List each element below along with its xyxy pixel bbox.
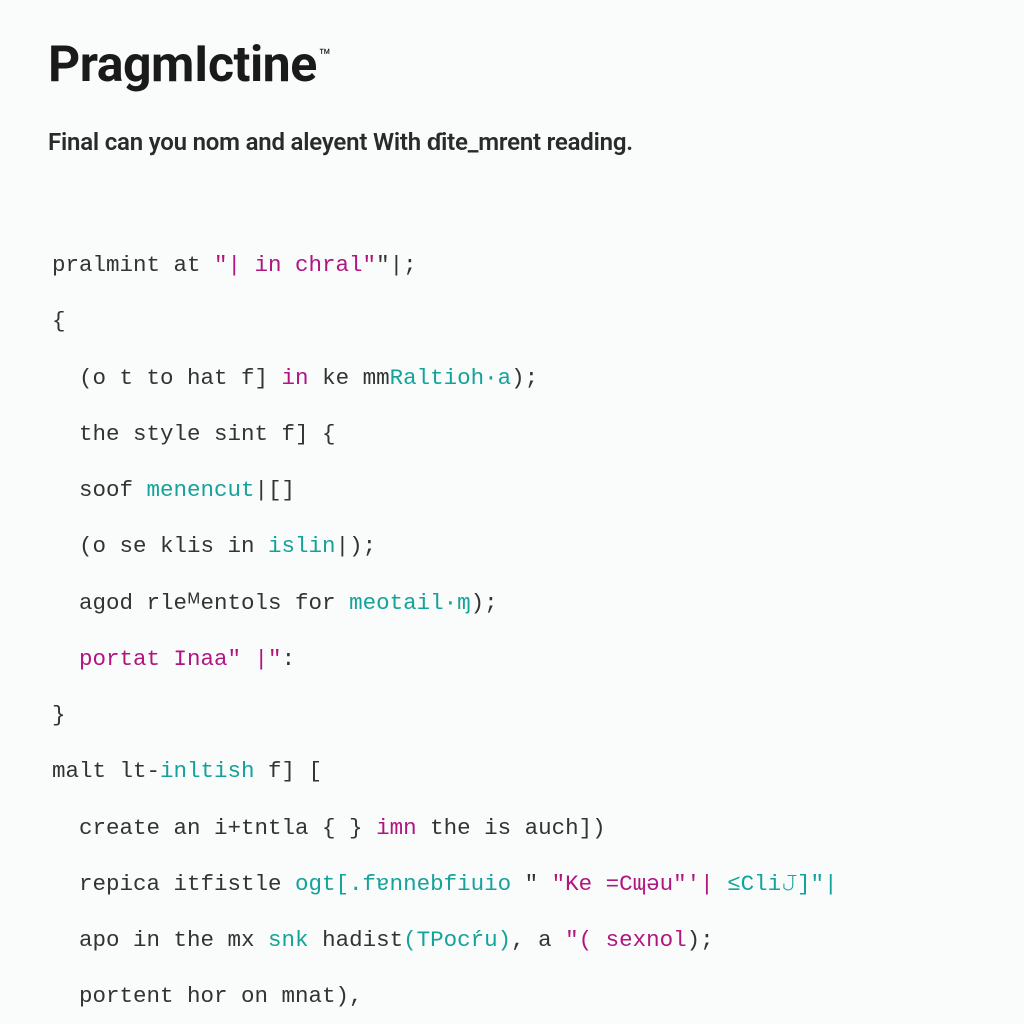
code-line-7: agod rleᴹentols for meotail·ɱ); bbox=[52, 590, 498, 616]
code-line-2: { bbox=[52, 308, 66, 334]
page-subtitle: Final can you nom and aleyent With ɗite_… bbox=[48, 128, 976, 157]
code-line-8: portat Inaa" |": bbox=[52, 646, 295, 672]
code-block: pralmint at "| in chral""|; { (o t to ha… bbox=[48, 237, 976, 1024]
code-line-6: (o se klis in islin|); bbox=[52, 533, 376, 559]
title-text: PragmIctine bbox=[48, 36, 317, 94]
code-line-14: portent hor on mnat), bbox=[52, 983, 363, 1009]
code-line-10: malt lt-inltish f] [ bbox=[52, 758, 322, 784]
code-line-13: apo in the mx snk hadist(TPocŕu), a "( s… bbox=[52, 927, 714, 953]
code-line-12: repica itfistle ogt[.fɐnnebfiuio " "Ke =… bbox=[52, 871, 838, 897]
code-line-5: soof menencut|[] bbox=[52, 477, 295, 503]
code-line-11: create an i+tntla { } imn the is auch]) bbox=[52, 815, 606, 841]
trademark-symbol: ™ bbox=[319, 44, 331, 68]
code-line-9: } bbox=[52, 702, 66, 728]
code-line-4: the style sint f] { bbox=[52, 421, 336, 447]
page-title: PragmIctine™ bbox=[48, 36, 976, 94]
code-line-3: (o t to hat f] in ke mmRaltioh·a); bbox=[52, 365, 538, 391]
page-root: PragmIctine™ Final can you nom and aleye… bbox=[0, 0, 1024, 1024]
code-line-1: pralmint at "| in chral""|; bbox=[52, 252, 417, 278]
